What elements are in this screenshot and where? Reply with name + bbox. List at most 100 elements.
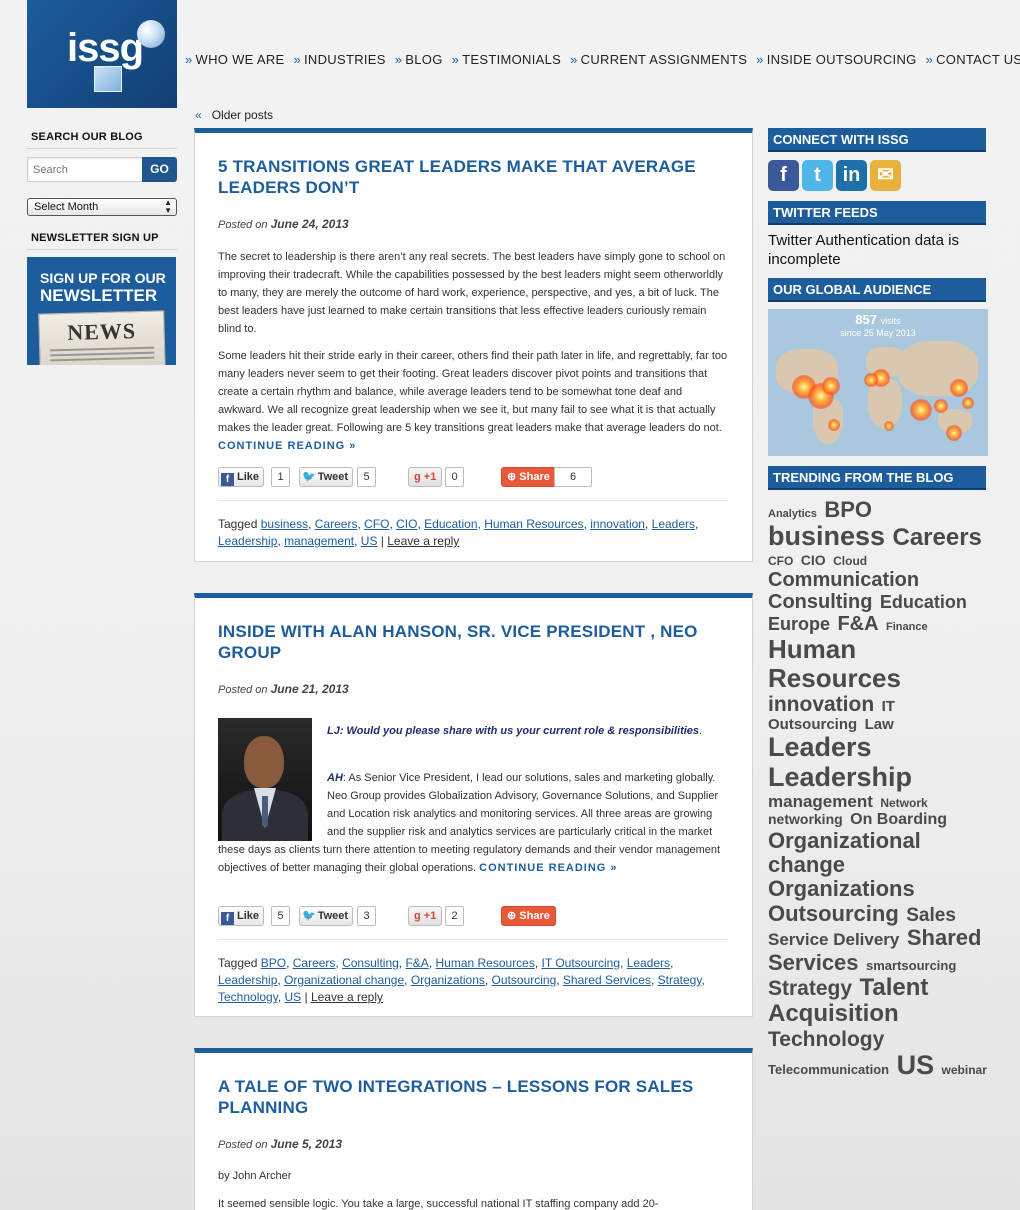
tag-link[interactable]: Leaders [627, 956, 670, 970]
tag-link[interactable]: Leadership [218, 534, 277, 548]
post-title[interactable]: 5 TRANSITIONS GREAT LEADERS MAKE THAT AV… [218, 156, 733, 198]
tagged-label: Tagged [218, 517, 258, 531]
social-glyph: ✉ [877, 164, 894, 186]
cloud-tag[interactable]: innovation [768, 693, 874, 716]
tag-link[interactable]: Strategy [658, 973, 702, 987]
tweet-button[interactable]: 🐦 Tweet [299, 467, 354, 487]
cloud-tag[interactable]: Finance [886, 621, 928, 633]
cloud-tag[interactable]: networking [768, 811, 843, 827]
tag-link[interactable]: Shared Services [563, 973, 651, 987]
tag-link[interactable]: Technology [218, 990, 278, 1004]
cloud-tag[interactable]: Europe [768, 614, 830, 635]
facebook-like-button[interactable]: f Like [218, 467, 265, 487]
leave-reply-link[interactable]: Leave a reply [387, 534, 459, 548]
tag-link[interactable]: US [285, 990, 302, 1004]
continue-reading-link[interactable]: CONTINUE READING » [218, 440, 356, 452]
facebook-like-button[interactable]: f Like [218, 906, 265, 926]
cloud-tag[interactable]: Strategy [768, 977, 852, 1000]
cloud-tag[interactable]: Careers [893, 524, 982, 551]
nav-contact-us[interactable]: » CONTACT US [926, 52, 1020, 67]
tag-link[interactable]: business [261, 517, 308, 531]
cloud-tag[interactable]: webinar [942, 1063, 987, 1077]
newsletter-heading: NEWSLETTER SIGN UP [31, 232, 159, 244]
tag-link[interactable]: IT Outsourcing [542, 956, 620, 970]
cloud-tag[interactable]: Outsourcing [768, 901, 899, 926]
tag-link[interactable]: Careers [315, 517, 358, 531]
cloud-tag[interactable]: Human Resources [768, 634, 901, 693]
nav-inside-outsourcing[interactable]: » INSIDE OUTSOURCING [756, 52, 916, 67]
google-plus-button[interactable]: g +1 [408, 467, 443, 487]
cloud-tag[interactable]: Analytics [768, 508, 817, 520]
cloud-tag[interactable]: US [897, 1050, 935, 1080]
archive-month-select[interactable]: Select Month ▲ ▼ [27, 198, 177, 216]
tag-link[interactable]: F&A [405, 956, 428, 970]
nav-who-we-are[interactable]: » WHO WE ARE [185, 52, 284, 67]
nav-label: WHO WE ARE [195, 52, 285, 67]
nav-industries[interactable]: » INDUSTRIES [293, 52, 385, 67]
older-posts-link[interactable]: « Older posts [195, 108, 273, 122]
tag-link[interactable]: Careers [293, 956, 336, 970]
linkedin-icon[interactable]: in [836, 160, 867, 191]
cloud-tag[interactable]: Sales [906, 905, 956, 926]
cloud-tag[interactable]: Cloud [833, 554, 867, 568]
cloud-tag[interactable]: On Boarding [850, 811, 947, 828]
issg-logo[interactable]: issg [27, 0, 177, 108]
tweet-button[interactable]: 🐦 Tweet [299, 906, 354, 926]
continue-reading-link[interactable]: CONTINUE READING » [479, 862, 617, 874]
like-count: 5 [271, 906, 290, 926]
tag-link[interactable]: US [361, 534, 378, 548]
tag-link[interactable]: Consulting [342, 956, 399, 970]
twitter-icon[interactable]: t [802, 160, 833, 191]
search-input[interactable] [27, 157, 143, 182]
search-go-button[interactable]: GO [142, 157, 177, 182]
tag-link[interactable]: Education [424, 517, 477, 531]
cloud-tag[interactable]: business [768, 521, 885, 551]
tag-link[interactable]: Leaders [652, 517, 695, 531]
share-button[interactable]: ⊕ Share [501, 906, 556, 926]
cloud-tag[interactable]: F&A [837, 613, 878, 635]
nav-label: INSIDE OUTSOURCING [766, 52, 917, 67]
post-title[interactable]: A TALE OF TWO INTEGRATIONS – LESSONS FOR… [218, 1076, 733, 1118]
cloud-tag[interactable]: Network [880, 796, 927, 810]
cloud-tag[interactable]: Organizational change [768, 828, 921, 877]
nav-testimonials[interactable]: » TESTIMONIALS [452, 52, 561, 67]
tag-link[interactable]: innovation [590, 517, 645, 531]
tag-link[interactable]: Organizations [411, 973, 485, 987]
visitor-map[interactable]: 857 visits since 25 May 2013 [768, 309, 988, 456]
nav-blog[interactable]: » BLOG [395, 52, 443, 67]
cloud-tag[interactable]: Education [880, 592, 967, 613]
cloud-tag[interactable]: CFO [768, 554, 793, 568]
cloud-tag[interactable]: smartsourcing [866, 958, 956, 973]
cloud-tag[interactable]: CIO [801, 552, 826, 568]
tag-link[interactable]: Human Resources [484, 517, 583, 531]
nav-current-assignments[interactable]: » CURRENT ASSIGNMENTS [570, 52, 747, 67]
share-button[interactable]: ⊕ Share [501, 467, 556, 487]
tag-link[interactable]: management [284, 534, 354, 548]
cloud-tag[interactable]: Organizations [768, 876, 915, 901]
tag-link[interactable]: Leadership [218, 973, 277, 987]
tag-link[interactable]: Outsourcing [492, 973, 557, 987]
tag-link[interactable]: CFO [364, 517, 389, 531]
cloud-tag[interactable]: Communication [768, 569, 919, 591]
cloud-tag[interactable]: Leaders [768, 732, 872, 762]
tag-link[interactable]: CIO [396, 517, 417, 531]
email-icon[interactable]: ✉ [870, 160, 901, 191]
cloud-tag[interactable]: Service Delivery [768, 930, 899, 950]
cloud-tag[interactable]: management [768, 792, 873, 811]
tag-link[interactable]: BPO [261, 956, 286, 970]
cloud-tag[interactable]: Consulting [768, 591, 872, 613]
newsletter-signup-banner[interactable]: SIGN UP FOR OUR NEWSLETTER NEWS [27, 257, 176, 365]
facebook-icon[interactable]: f [768, 160, 799, 191]
tag-link[interactable]: Organizational change [284, 973, 404, 987]
cloud-tag[interactable]: Telecommunication [768, 1062, 889, 1077]
gplus-label: +1 [423, 910, 437, 922]
google-plus-button[interactable]: g +1 [408, 906, 443, 926]
cloud-tag[interactable]: BPO [824, 497, 872, 522]
cloud-tag[interactable]: Leadership [768, 762, 912, 792]
post-paragraph: Some leaders hit their stride early in t… [218, 347, 728, 455]
cloud-tag[interactable]: Technology [768, 1028, 884, 1051]
post-title[interactable]: INSIDE WITH ALAN HANSON, SR. VICE PRESID… [218, 621, 733, 663]
tag-link[interactable]: Human Resources [435, 956, 534, 970]
leave-reply-link[interactable]: Leave a reply [311, 990, 383, 1004]
cloud-tag[interactable]: Law [865, 716, 894, 733]
